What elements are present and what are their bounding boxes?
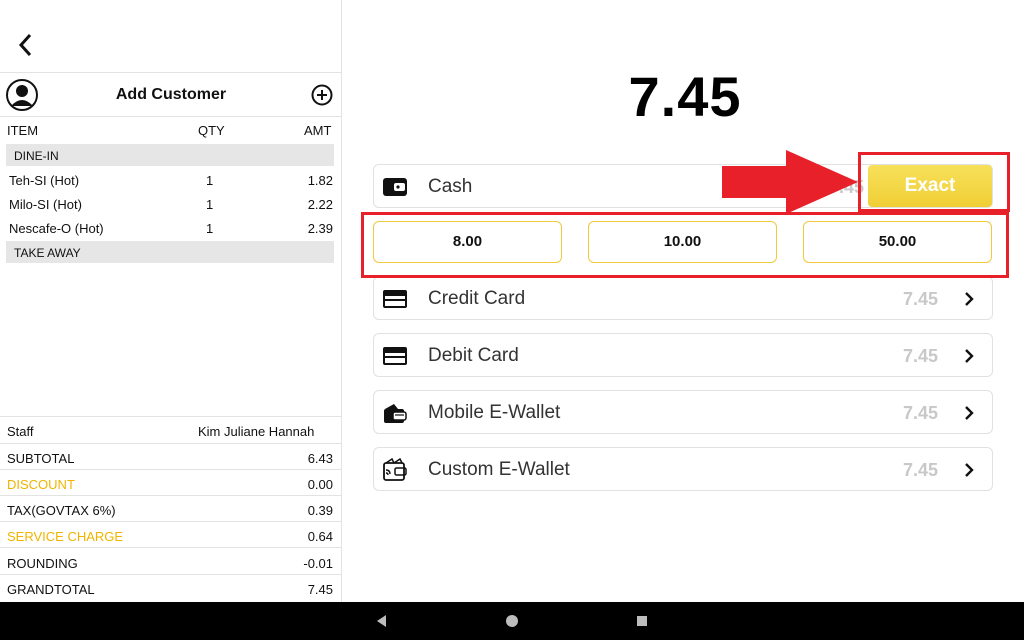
item-amt: 2.39 — [307, 221, 333, 236]
payment-method-label: Custom E-Wallet — [428, 459, 570, 480]
total-label: SUBTOTAL — [7, 451, 75, 466]
total-label: GRANDTOTAL — [7, 582, 95, 597]
wallet-icon — [383, 178, 407, 196]
total-value: 7.45 — [307, 582, 333, 597]
chevron-left-icon — [18, 33, 32, 57]
staff-label: Staff — [7, 424, 34, 439]
add-customer-label: Add Customer — [115, 86, 227, 103]
annotation-box-quick-amounts — [361, 212, 1009, 278]
item-name: Teh-SI (Hot) — [9, 173, 80, 188]
service-charge-row[interactable]: SERVICE CHARGE 0.64 — [0, 522, 342, 548]
total-value: 0.64 — [307, 529, 333, 544]
payment-method-label: Cash — [428, 176, 473, 197]
order-item-row[interactable]: Nescafe-O (Hot) 1 2.39 — [0, 218, 342, 240]
item-name: Milo-SI (Hot) — [9, 197, 82, 212]
payment-method-mobile-e-wallet[interactable]: Mobile E-Wallet 7.45 — [373, 390, 993, 434]
total-value: 0.39 — [307, 503, 333, 518]
nav-recents-icon[interactable] — [634, 613, 650, 629]
system-nav-bar — [0, 602, 1024, 640]
payment-method-label: Credit Card — [428, 288, 526, 309]
total-value: 0.00 — [307, 477, 333, 492]
staff-name: Kim Juliane Hannah — [198, 424, 315, 439]
item-qty: 1 — [206, 197, 214, 212]
total-label: ROUNDING — [7, 556, 78, 571]
total-label: SERVICE CHARGE — [7, 529, 124, 544]
payment-method-label: Debit Card — [428, 345, 519, 366]
payment-method-amount: 7.45 — [902, 289, 938, 309]
discount-row[interactable]: DISCOUNT 0.00 — [0, 470, 342, 496]
total-value: -0.01 — [303, 556, 333, 571]
payment-method-amount: 7.45 — [902, 460, 938, 480]
payment-total: 7.45 — [628, 65, 742, 128]
column-header-item: ITEM — [7, 123, 39, 138]
section-header-dine-in: DINE-IN — [6, 144, 334, 166]
rounding-row: ROUNDING -0.01 — [0, 549, 342, 575]
mobile-wallet-icon — [384, 404, 407, 423]
customer-row[interactable]: Add Customer — [0, 72, 342, 117]
chevron-right-icon — [965, 292, 974, 306]
item-qty: 1 — [206, 173, 214, 188]
section-header-take-away: TAKE AWAY — [6, 241, 334, 263]
staff-row: Staff Kim Juliane Hannah — [0, 416, 342, 444]
nav-home-icon[interactable] — [504, 613, 520, 629]
order-item-row[interactable]: Teh-SI (Hot) 1 1.82 — [0, 170, 342, 192]
chevron-right-icon — [965, 349, 974, 363]
payment-method-label: Mobile E-Wallet — [428, 402, 561, 423]
payment-method-credit-card[interactable]: Credit Card 7.45 — [373, 276, 993, 320]
chevron-right-icon — [965, 463, 974, 477]
item-amt: 1.82 — [307, 173, 333, 188]
column-header-qty: QTY — [198, 123, 225, 138]
item-qty: 1 — [206, 221, 214, 236]
total-label: TAX(GOVTAX 6%) — [7, 503, 116, 518]
total-value: 6.43 — [307, 451, 333, 466]
item-amt: 2.22 — [307, 197, 333, 212]
column-header-amt: AMT — [304, 123, 332, 138]
custom-wallet-icon — [383, 458, 407, 481]
payment-method-debit-card[interactable]: Debit Card 7.45 — [373, 333, 993, 377]
credit-card-icon — [383, 290, 407, 308]
annotation-box-exact — [858, 152, 1010, 212]
payment-method-amount: 7.45 — [902, 403, 938, 423]
tax-row: TAX(GOVTAX 6%) 0.39 — [0, 496, 342, 522]
order-item-row[interactable]: Milo-SI (Hot) 1 2.22 — [0, 194, 342, 216]
subtotal-row: SUBTOTAL 6.43 — [0, 444, 342, 470]
order-panel: Add Customer ITEM QTY AMT DINE-IN Teh-SI… — [0, 0, 342, 602]
payment-method-custom-e-wallet[interactable]: Custom E-Wallet 7.45 — [373, 447, 993, 491]
nav-back-icon[interactable] — [374, 613, 390, 629]
item-name: Nescafe-O (Hot) — [9, 221, 104, 236]
grandtotal-row: GRANDTOTAL 7.45 — [0, 575, 342, 601]
debit-card-icon — [383, 347, 407, 365]
chevron-right-icon — [965, 406, 974, 420]
total-label: DISCOUNT — [7, 477, 75, 492]
payment-method-amount: 7.45 — [902, 346, 938, 366]
add-customer-icon[interactable] — [311, 84, 333, 106]
back-button[interactable] — [12, 30, 42, 60]
annotation-arrow-icon — [722, 150, 858, 214]
